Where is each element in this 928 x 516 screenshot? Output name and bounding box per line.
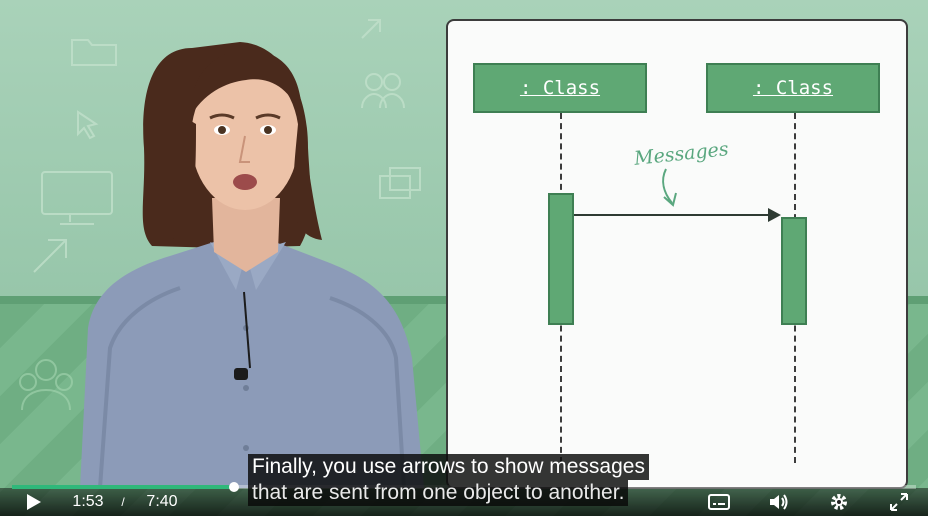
diagram-board: : Class : Class Messages bbox=[446, 19, 908, 489]
caption-line-1: Finally, you use arrows to show messages bbox=[248, 454, 649, 480]
lifeline-header-right: : Class bbox=[706, 63, 880, 113]
fullscreen-button[interactable] bbox=[886, 488, 912, 516]
play-icon bbox=[27, 494, 41, 510]
activation-bar-left bbox=[548, 193, 574, 325]
captions-button[interactable] bbox=[706, 488, 732, 516]
play-button[interactable] bbox=[18, 488, 48, 516]
activation-bar-right bbox=[781, 217, 807, 325]
volume-icon bbox=[770, 494, 788, 510]
current-time: 1:53 bbox=[72, 493, 104, 510]
video-player[interactable]: : Class : Class Messages Finally, you us… bbox=[0, 0, 928, 516]
closed-captions-icon bbox=[708, 494, 730, 510]
message-label: Messages bbox=[633, 138, 730, 170]
duration: 7:40 bbox=[146, 493, 178, 510]
gear-icon bbox=[831, 494, 847, 510]
settings-button[interactable] bbox=[826, 488, 852, 516]
time-separator: / bbox=[121, 495, 125, 509]
lifeline-header-left: : Class bbox=[473, 63, 647, 113]
caption-line-2: that are sent from one object to another… bbox=[248, 480, 629, 506]
volume-button[interactable] bbox=[766, 488, 792, 516]
message-arrow bbox=[574, 208, 781, 222]
fullscreen-icon bbox=[890, 493, 908, 511]
presenter-figure bbox=[80, 42, 424, 488]
curved-arrow-icon bbox=[662, 168, 677, 207]
